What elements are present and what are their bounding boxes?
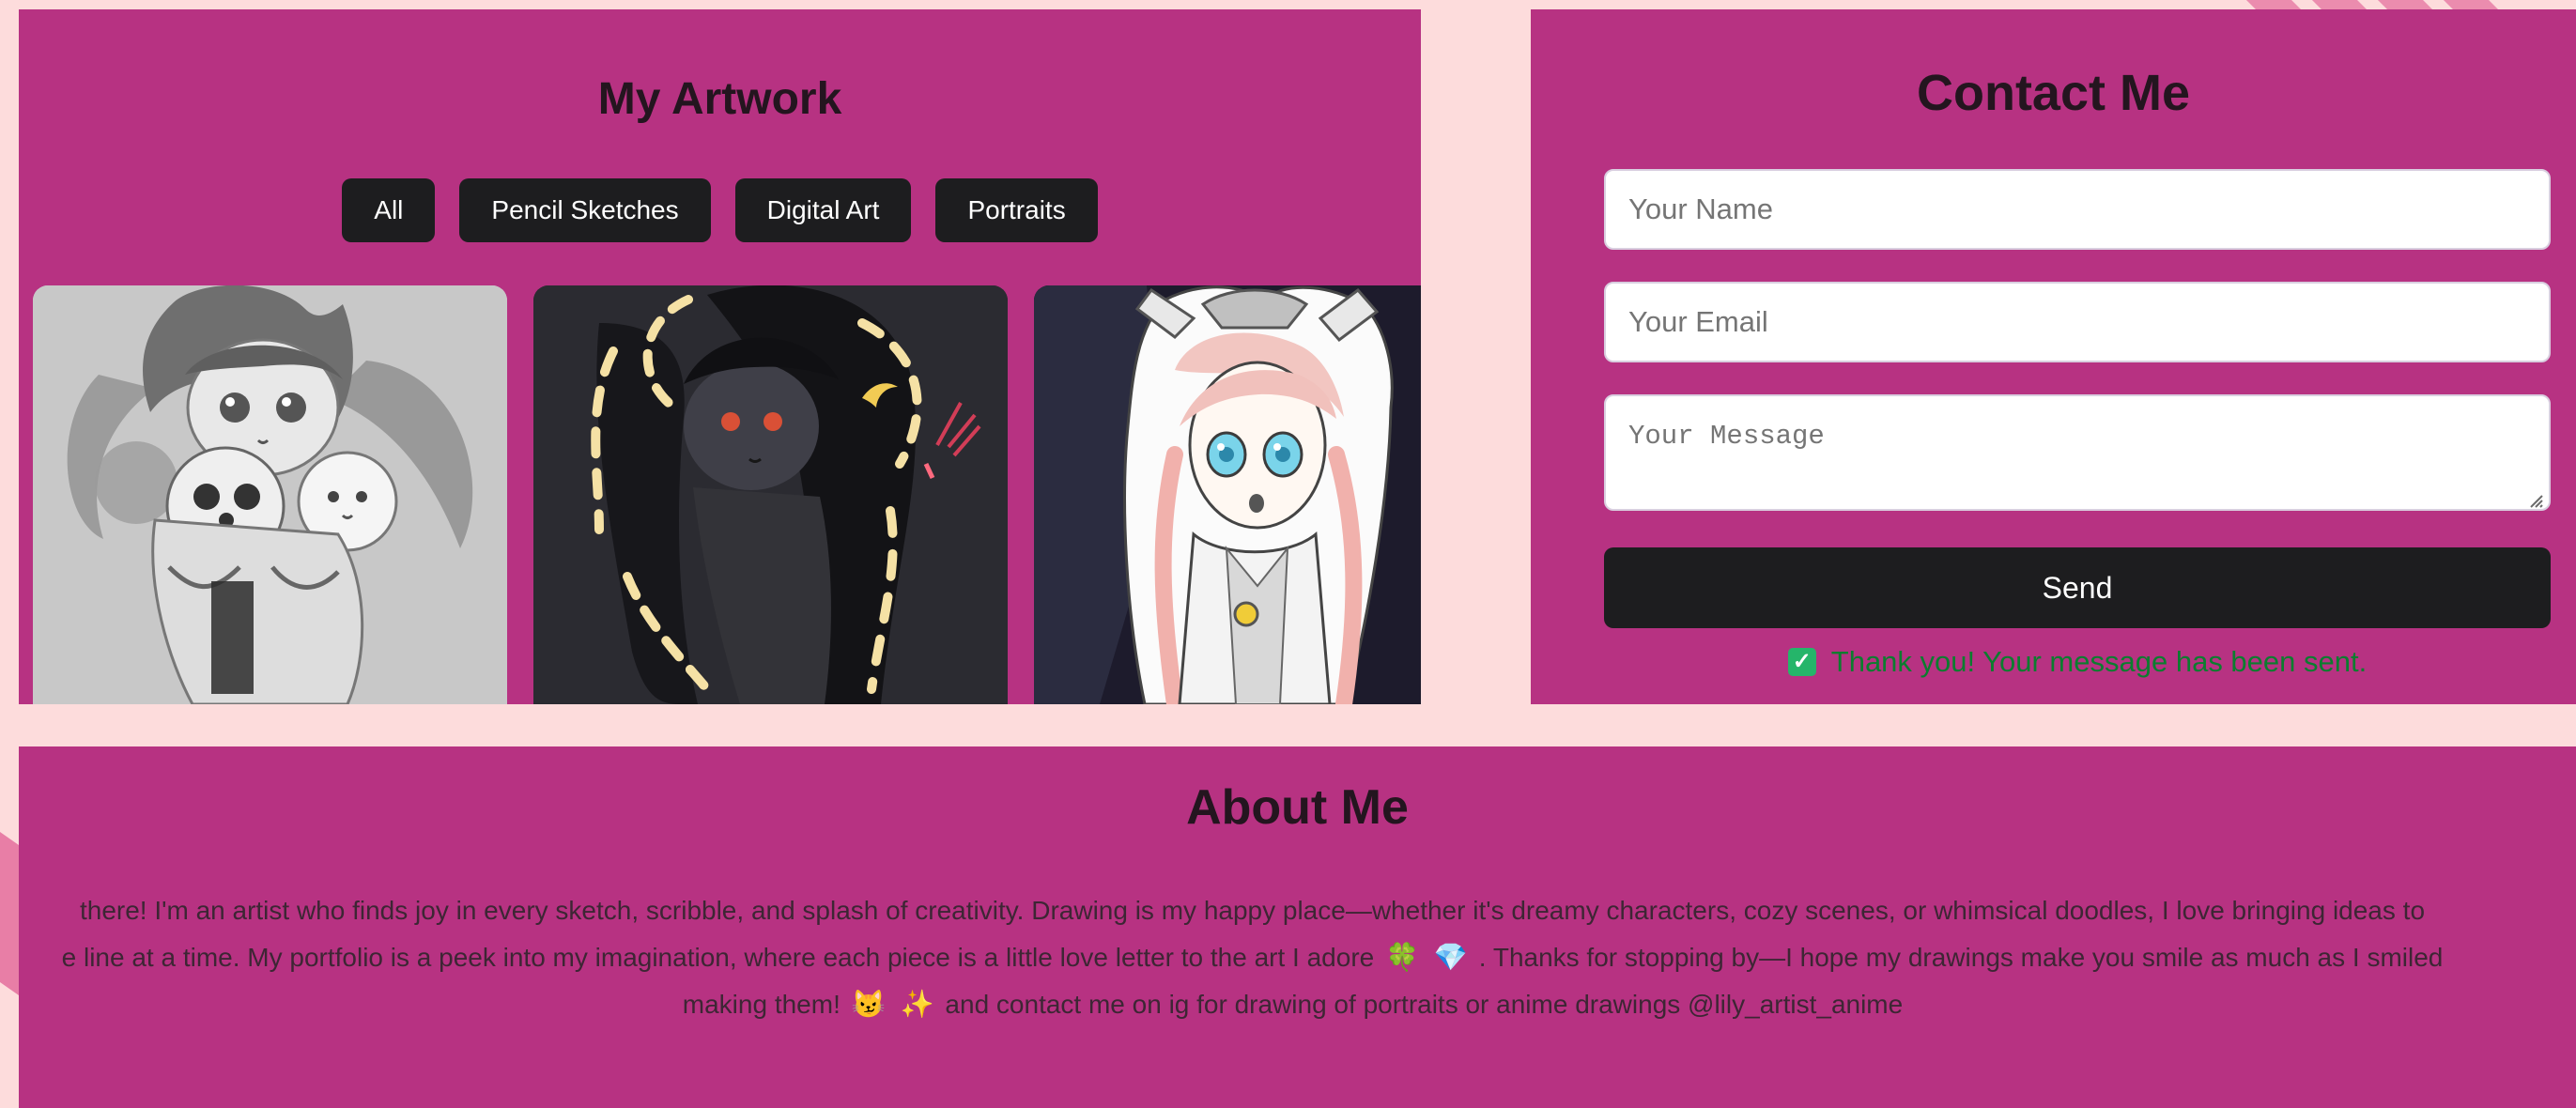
clover-icon: 🍀 xyxy=(1385,943,1420,973)
artwork-filters: All Pencil Sketches Digital Art Portrait… xyxy=(19,178,1421,242)
about-line-2-end-text: . Thanks for stopping by—I hope my drawi… xyxy=(1478,943,2444,972)
digital-art-image xyxy=(533,285,1008,704)
filter-pencil-sketches-button[interactable]: Pencil Sketches xyxy=(459,178,711,242)
sparkles-icon: ✨ xyxy=(900,990,934,1020)
check-box-icon: ✓ xyxy=(1787,648,1816,676)
contact-title: Contact Me xyxy=(1916,65,2190,121)
portrait-artwork-image xyxy=(1034,285,1421,704)
contact-section: Contact Me Send ✓ Thank you! Your messag… xyxy=(1531,9,2576,704)
message-field-wrapper xyxy=(1604,394,2551,516)
message-textarea[interactable] xyxy=(1604,394,2551,511)
pencil-sketch-artwork-image xyxy=(33,285,507,704)
about-section: About Me there! I'm an artist who finds … xyxy=(19,746,2576,1108)
name-input[interactable] xyxy=(1604,169,2551,250)
filter-portraits-button[interactable]: Portraits xyxy=(935,178,1098,242)
about-description: there! I'm an artist who finds joy in ev… xyxy=(19,887,2576,1028)
about-title: About Me xyxy=(1186,780,1409,835)
about-line-3-start-text: making them! xyxy=(682,990,841,1019)
about-line-2: e line at a time. My portfolio is a peek… xyxy=(19,934,2531,981)
artwork-card-pencil-sketch[interactable] xyxy=(33,285,507,704)
artwork-card-portrait[interactable] xyxy=(1034,285,1421,704)
resize-handle-icon[interactable] xyxy=(2526,491,2543,508)
about-line-1: there! I'm an artist who finds joy in ev… xyxy=(79,896,2426,925)
filter-digital-art-button[interactable]: Digital Art xyxy=(734,178,912,242)
contact-form: Send ✓ Thank you! Your message has been … xyxy=(1604,169,2551,679)
about-line-3-end-text: and contact me on ig for drawing of port… xyxy=(945,990,1904,1019)
success-message: ✓ Thank you! Your message has been sent. xyxy=(1604,645,2551,679)
gem-icon: 💎 xyxy=(1433,943,1468,973)
filter-all-button[interactable]: All xyxy=(342,178,436,242)
about-line-3: making them! 😼 ✨ and contact me on ig fo… xyxy=(19,981,2571,1028)
email-input[interactable] xyxy=(1604,282,2551,362)
artwork-gallery xyxy=(33,285,1421,704)
artwork-card-digital-art[interactable] xyxy=(533,285,1008,704)
send-button[interactable]: Send xyxy=(1604,547,2551,628)
about-line-2-text: e line at a time. My portfolio is a peek… xyxy=(61,943,1375,972)
artwork-section: My Artwork All Pencil Sketches Digital A… xyxy=(19,9,1421,704)
artwork-title: My Artwork xyxy=(597,74,842,124)
success-message-text: Thank you! Your message has been sent. xyxy=(1830,645,2368,678)
cat-icon: 😼 xyxy=(851,990,886,1020)
